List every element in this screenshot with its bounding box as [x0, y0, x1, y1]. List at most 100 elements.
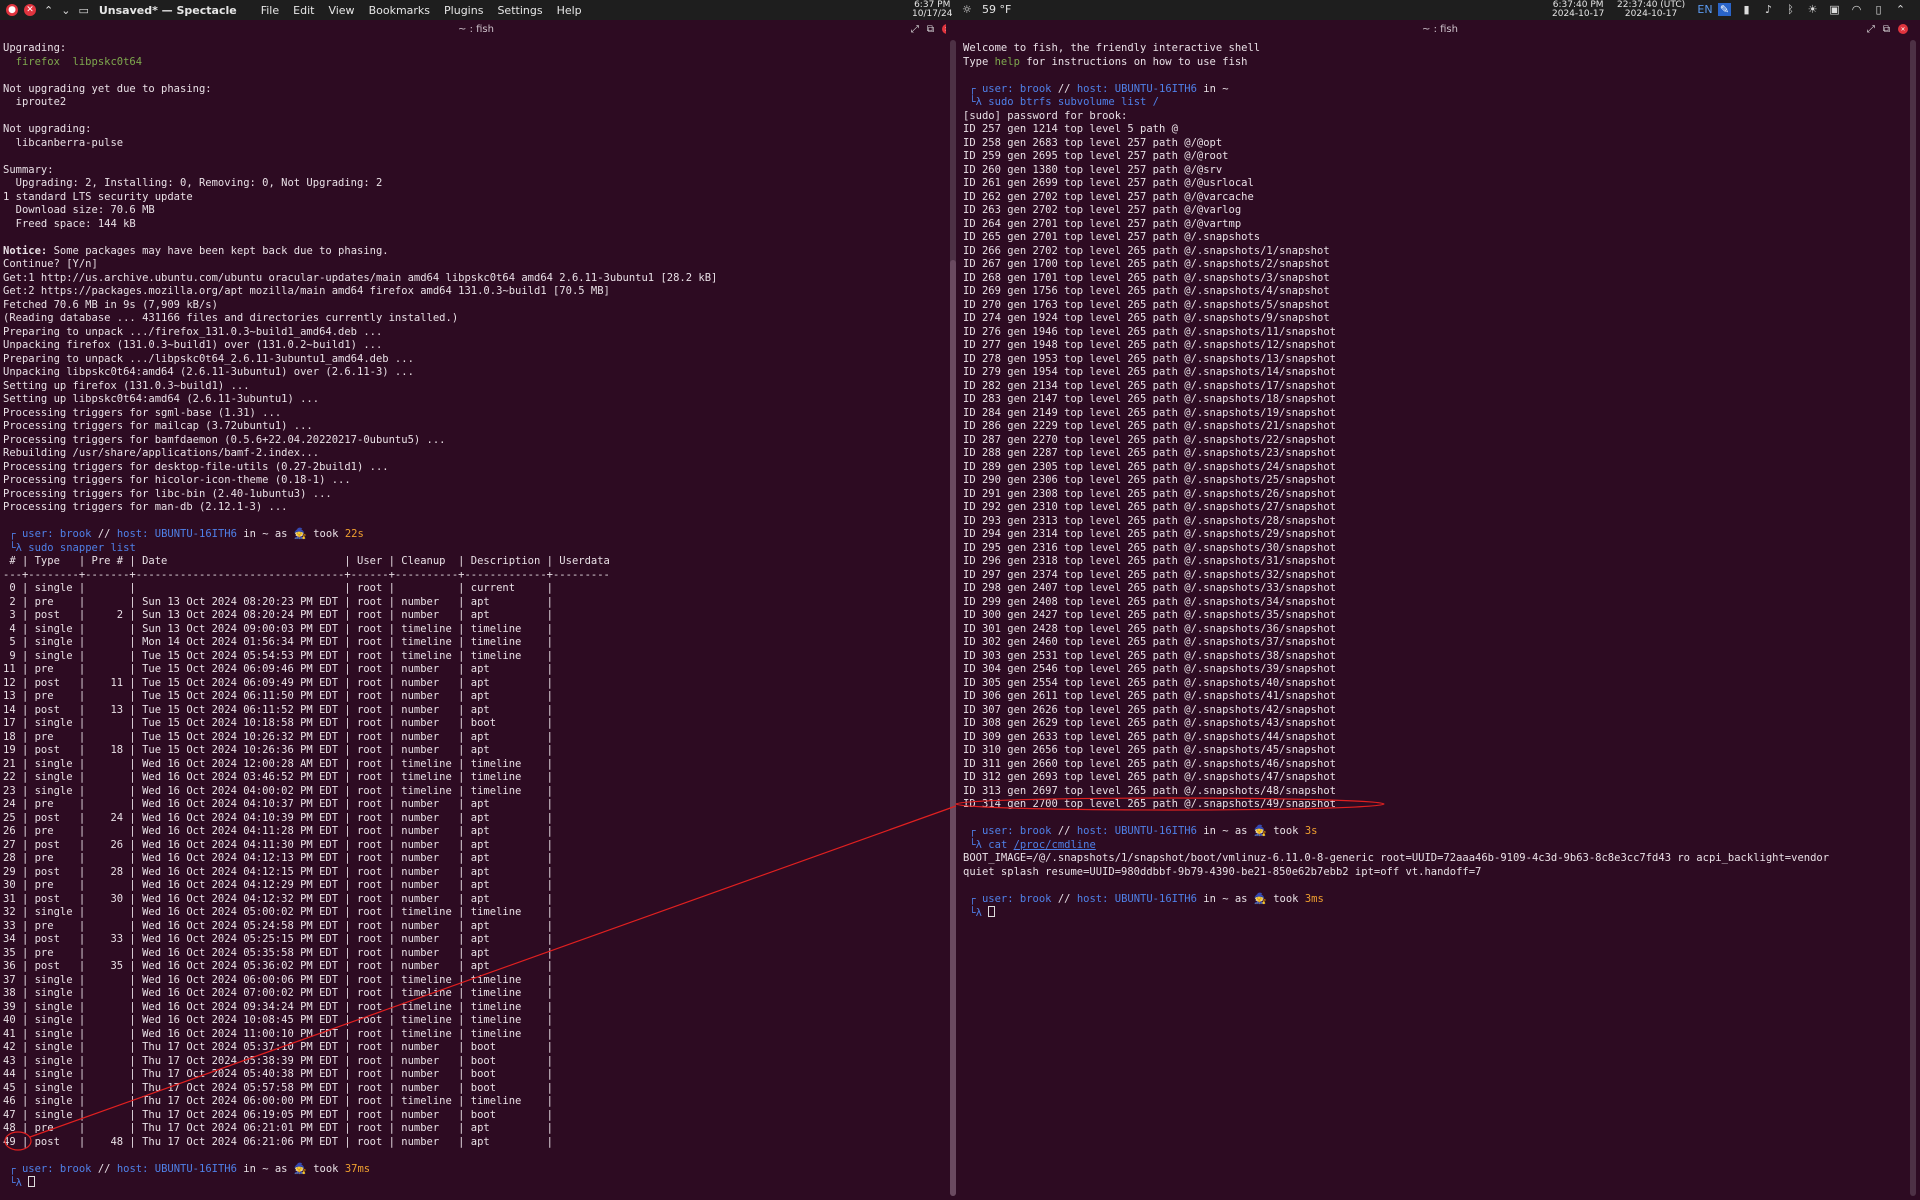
table-row: 45 | single | | Thu 17 Oct 2024 05:57:58… — [3, 1081, 553, 1094]
table-row: 21 | single | | Wed 16 Oct 2024 12:00:28… — [3, 757, 553, 770]
notice-label: Notice: — [3, 244, 48, 257]
terminal-output: Upgrading: firefox libpskc0t64 Not upgrad… — [3, 42, 717, 1190]
prompt-user: user: brook — [981, 825, 1052, 837]
pane-title: ~ : fish — [1422, 24, 1458, 35]
volume-icon[interactable]: ♪ — [1762, 3, 1775, 16]
subvolume-line: ID 286 gen 2229 top level 265 path @/.sn… — [963, 420, 1336, 432]
updates-icon[interactable]: ▣ — [1828, 3, 1841, 16]
clock-date: 2024-10-17 — [1552, 9, 1605, 19]
network-icon[interactable]: ◠ — [1850, 3, 1863, 16]
maximize-pane-icon[interactable]: ⤢ — [911, 24, 919, 35]
prompt-sep: // — [1051, 82, 1077, 95]
klipper-icon[interactable]: ✎ — [1718, 3, 1731, 16]
brightness-icon[interactable]: ☀ — [1806, 3, 1819, 16]
subvolume-line: ID 266 gen 2702 top level 265 path @/.sn… — [963, 244, 1330, 257]
menu-bookmarks[interactable]: Bookmarks — [369, 4, 430, 17]
table-row: 30 | pre | | Wed 16 Oct 2024 04:12:29 PM… — [3, 879, 553, 891]
menu-plugins[interactable]: Plugins — [444, 4, 483, 17]
table-row: 29 | post | 28 | Wed 16 Oct 2024 04:12:1… — [3, 865, 553, 878]
maximize-icon[interactable]: ⌃ — [44, 4, 53, 17]
menu-file[interactable]: File — [261, 4, 279, 17]
output-line: Processing triggers for bamfdaemon (0.5.… — [3, 433, 446, 446]
show-hidden-icon[interactable]: ⌃ — [1894, 3, 1907, 16]
table-row: 38 | single | | Wed 16 Oct 2024 07:00:02… — [3, 987, 553, 999]
table-row: 26 | pre | | Wed 16 Oct 2024 04:11:28 PM… — [3, 825, 553, 837]
table-row: 24 | pre | | Wed 16 Oct 2024 04:10:37 PM… — [3, 798, 553, 810]
clock-local[interactable]: 6:37 PM 10/17/24 — [912, 1, 952, 19]
keyboard-layout[interactable]: EN — [1697, 3, 1713, 16]
table-row: 48 | pre | | Thu 17 Oct 2024 06:21:01 PM… — [3, 1122, 553, 1134]
weather-icon[interactable]: ☼ — [962, 3, 972, 16]
table-row: 18 | pre | | Tue 15 Oct 2024 10:26:32 PM… — [3, 730, 553, 743]
scrollbar[interactable] — [1910, 40, 1916, 1196]
subvolume-line: ID 263 gen 2702 top level 257 path @/@va… — [963, 204, 1242, 216]
output-line: Processing triggers for libc-bin (2.40-1… — [3, 487, 332, 500]
output-line: Processing triggers for mailcap (3.72ubu… — [3, 420, 313, 432]
command-line: └λ cat /proc/cmdline — [963, 839, 1829, 853]
subvolume-line: ID 293 gen 2313 top level 265 path @/.sn… — [963, 514, 1336, 527]
table-header: # | Type | Pre # | Date | User | Cleanup… — [3, 555, 610, 567]
prompt-tail: in ~ as 🧙 took — [236, 528, 345, 540]
command-text: sudo btrfs subvolume list / — [988, 96, 1159, 108]
table-row: 47 | single | | Thu 17 Oct 2024 06:19:05… — [3, 1108, 553, 1121]
terminal-pane-right[interactable]: ~ : fish ⤢ ⧉ ✕ Welcome to fish, the frie… — [960, 20, 1920, 1200]
subvolume-line: ID 261 gen 2699 top level 257 path @/@us… — [963, 177, 1254, 189]
subvolume-line: ID 282 gen 2134 top level 265 path @/.sn… — [963, 379, 1336, 392]
prompt-corner: ┌ — [3, 528, 22, 540]
subvolume-line: ID 292 gen 2310 top level 265 path @/.sn… — [963, 501, 1336, 513]
menu-help[interactable]: Help — [557, 4, 582, 17]
pane-title: ~ : fish — [458, 24, 494, 35]
app-menu-icon[interactable]: ● — [6, 4, 18, 16]
split-pane-icon[interactable]: ⧉ — [927, 24, 934, 35]
subvolume-line: ID 270 gen 1763 top level 265 path @/.sn… — [963, 298, 1330, 311]
subvolume-line: ID 303 gen 2531 top level 265 path @/.sn… — [963, 649, 1336, 662]
prompt-lambda: └λ — [3, 541, 29, 554]
scrollbar-thumb[interactable] — [950, 260, 956, 1196]
clock-local-2[interactable]: 6:37:40 PM 2024-10-17 — [1552, 1, 1604, 19]
subvolume-line: ID 294 gen 2314 top level 265 path @/.sn… — [963, 528, 1336, 540]
subvolume-line: ID 314 gen 2700 top level 265 path @/.sn… — [963, 798, 1336, 810]
subvolume-line: ID 262 gen 2702 top level 257 path @/@va… — [963, 190, 1254, 203]
close-pane-icon[interactable]: ✕ — [1898, 24, 1908, 34]
prompt-user: user: brook — [21, 528, 92, 540]
subvolume-line: ID 306 gen 2611 top level 265 path @/.sn… — [963, 690, 1336, 702]
prompt-corner: ┌ — [3, 1162, 22, 1175]
minimize-icon[interactable]: ⌄ — [61, 4, 70, 17]
maximize-pane-icon[interactable]: ⤢ — [1867, 24, 1875, 35]
close-icon[interactable]: ✕ — [24, 4, 36, 16]
terminal-pane-left[interactable]: ~ : fish ⤢ ⧉ ✕ Upgrading: firefox libpsk… — [0, 20, 952, 1200]
table-row: 40 | single | | Wed 16 Oct 2024 10:08:45… — [3, 1014, 553, 1026]
subvolume-line: ID 264 gen 2701 top level 257 path @/@va… — [963, 217, 1242, 230]
bluetooth-icon[interactable]: ᛒ — [1784, 3, 1797, 16]
clock-date: 2024-10-17 — [1624, 9, 1678, 19]
prompt-took: 37ms — [344, 1162, 371, 1175]
split-pane-icon[interactable]: ⧉ — [1883, 24, 1890, 35]
cursor — [988, 906, 996, 917]
output-line: Summary: — [3, 163, 54, 176]
subvolume-line: ID 289 gen 2305 top level 265 path @/.sn… — [963, 460, 1336, 473]
output-line: Not upgrading: — [3, 123, 92, 135]
command-line: └λ — [963, 906, 1829, 920]
battery-icon[interactable]: ▯ — [1872, 3, 1885, 16]
prompt-line: ┌ user: brook // host: UBUNTU-16ITH6 in … — [3, 528, 717, 542]
menu-view[interactable]: View — [328, 4, 354, 17]
window-title: Unsaved* — Spectacle — [98, 3, 237, 17]
command-line: └λ sudo snapper list — [3, 542, 717, 556]
subvolume-line: ID 259 gen 2695 top level 257 path @/@ro… — [963, 150, 1229, 162]
menu-settings[interactable]: Settings — [497, 4, 542, 17]
welcome-text: for instructions on how to use fish — [1019, 55, 1248, 68]
table-row: 36 | post | 35 | Wed 16 Oct 2024 05:36:0… — [3, 960, 553, 972]
clock-utc[interactable]: 22:37:40 (UTC) 2024-10-17 — [1617, 1, 1685, 19]
output-line: Notice: Some packages may have been kept… — [3, 245, 717, 259]
menu-edit[interactable]: Edit — [293, 4, 314, 17]
window-icon[interactable]: ▮ — [1740, 3, 1753, 16]
subvolume-line: ID 288 gen 2287 top level 265 path @/.sn… — [963, 447, 1336, 459]
prompt-corner: ┌ — [963, 892, 982, 905]
prompt-line: ┌ user: brook // host: UBUNTU-16ITH6 in … — [963, 83, 1829, 97]
prompt-line: ┌ user: brook // host: UBUNTU-16ITH6 in … — [963, 825, 1829, 839]
table-row: 41 | single | | Wed 16 Oct 2024 11:00:10… — [3, 1027, 553, 1040]
subvolume-line: ID 277 gen 1948 top level 265 path @/.sn… — [963, 339, 1336, 351]
